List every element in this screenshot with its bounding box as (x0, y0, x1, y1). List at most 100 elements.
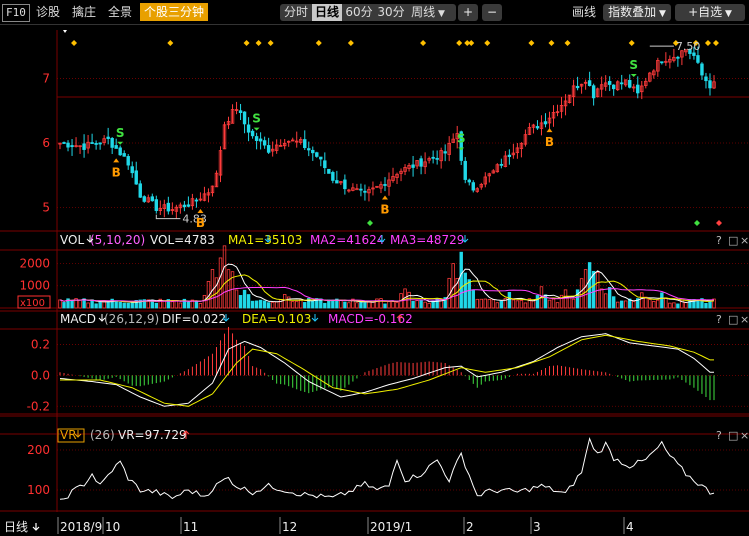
tab-weekly[interactable]: 周线 ▼ (408, 4, 448, 21)
candle-body[interactable] (130, 166, 134, 174)
volume-bar[interactable] (194, 300, 199, 309)
volume-bar[interactable] (331, 299, 335, 309)
volume-bar[interactable] (58, 299, 62, 309)
candle-body[interactable] (607, 81, 612, 85)
candle-body[interactable] (62, 142, 66, 144)
volume-bar[interactable] (238, 295, 243, 309)
volume-bar[interactable] (696, 300, 700, 309)
volume-bar[interactable] (98, 301, 102, 309)
volume-bar[interactable] (507, 292, 512, 309)
volume-bar[interactable] (515, 300, 520, 309)
volume-bar[interactable] (487, 299, 492, 309)
volume-bar[interactable] (672, 302, 676, 309)
volume-bar[interactable] (652, 300, 656, 309)
candle-body[interactable] (262, 140, 267, 146)
volume-bar[interactable] (708, 300, 712, 309)
event-diamond-icon[interactable] (484, 40, 491, 46)
volume-bar[interactable] (327, 299, 331, 309)
event-diamond-icon[interactable] (704, 40, 711, 46)
volume-bar[interactable] (62, 302, 66, 309)
candle-body[interactable] (543, 121, 548, 125)
volume-bar[interactable] (198, 303, 203, 309)
volume-bar[interactable] (391, 300, 395, 309)
tab-intraday[interactable]: 分时 (280, 4, 312, 21)
volume-bar[interactable] (471, 289, 475, 309)
bottom-event-diamond-icon[interactable] (694, 220, 700, 226)
event-diamond-icon[interactable] (564, 40, 571, 46)
candle-body[interactable] (535, 126, 540, 129)
maximize-icon[interactable]: □ (728, 313, 738, 326)
stock-chart[interactable]: 5677.504.83BBBBSSSSVOL (5,10,20) VOL=4783 M… (0, 24, 749, 536)
volume-bar[interactable] (579, 278, 584, 309)
candle-body[interactable] (154, 199, 159, 211)
volume-bar[interactable] (423, 301, 427, 309)
volume-bar[interactable] (603, 293, 608, 309)
candle-body[interactable] (471, 182, 475, 191)
volume-bar[interactable] (162, 300, 167, 309)
volume-bar[interactable] (90, 299, 94, 309)
candle-body[interactable] (636, 84, 640, 94)
volume-bar[interactable] (587, 262, 592, 309)
volume-bar[interactable] (499, 300, 504, 309)
volume-bar[interactable] (94, 303, 98, 309)
volume-bar[interactable] (266, 302, 271, 309)
candle-body[interactable] (307, 148, 311, 151)
candle-body[interactable] (355, 188, 359, 191)
volume-bar[interactable] (519, 300, 524, 309)
candle-body[interactable] (238, 110, 243, 114)
volume-bar[interactable] (624, 300, 628, 309)
volume-bar[interactable] (620, 300, 624, 309)
candle-body[interactable] (110, 138, 114, 148)
volume-bar[interactable] (114, 300, 118, 309)
volume-bar[interactable] (367, 301, 371, 309)
add-watchlist-dropdown[interactable]: +自选 ▼ (675, 4, 745, 21)
candle-body[interactable] (411, 164, 415, 168)
candle-body[interactable] (138, 183, 142, 198)
candle-body[interactable] (575, 85, 580, 89)
volume-bar[interactable] (591, 270, 596, 309)
candle-body[interactable] (611, 84, 616, 90)
volume-bar[interactable] (660, 292, 664, 309)
candle-body[interactable] (134, 170, 138, 185)
candle-body[interactable] (327, 168, 331, 174)
volume-bar[interactable] (270, 302, 275, 309)
candle-body[interactable] (114, 145, 118, 149)
volume-bar[interactable] (483, 298, 488, 309)
candle-body[interactable] (676, 56, 680, 59)
help-icon[interactable]: ? (716, 429, 722, 442)
event-diamond-icon[interactable] (548, 40, 555, 46)
candle-body[interactable] (82, 143, 86, 150)
volume-bar[interactable] (676, 303, 680, 309)
candle-body[interactable] (363, 190, 367, 193)
volume-bar[interactable] (299, 299, 303, 309)
index-overlay-dropdown[interactable]: 指数叠加 ▼ (603, 4, 671, 21)
candle-body[interactable] (660, 61, 664, 64)
volume-bar[interactable] (254, 300, 259, 309)
candle-body[interactable] (142, 196, 146, 202)
candle-body[interactable] (419, 158, 423, 167)
candle-body[interactable] (435, 157, 439, 160)
volume-bar[interactable] (122, 302, 126, 309)
candle-body[interactable] (186, 204, 191, 207)
candle-body[interactable] (628, 79, 632, 88)
candle-body[interactable] (166, 202, 171, 212)
volume-bar[interactable] (431, 300, 435, 309)
candle-body[interactable] (700, 63, 704, 76)
volume-bar[interactable] (250, 300, 255, 309)
candle-body[interactable] (331, 172, 335, 181)
candle-body[interactable] (323, 160, 327, 169)
candle-body[interactable] (98, 142, 102, 145)
candle-body[interactable] (335, 180, 339, 184)
event-diamond-icon[interactable] (468, 40, 475, 46)
volume-bar[interactable] (106, 301, 110, 309)
zoom-out-button[interactable]: − (482, 4, 502, 21)
event-diamond-icon[interactable] (712, 40, 719, 46)
volume-bar[interactable] (475, 298, 479, 309)
volume-bar[interactable] (262, 300, 267, 309)
volume-bar[interactable] (547, 299, 552, 309)
event-diamond-icon[interactable] (420, 40, 427, 46)
volume-bar[interactable] (274, 301, 279, 309)
candle-body[interactable] (182, 204, 187, 208)
volume-bar[interactable] (459, 251, 463, 309)
volume-bar[interactable] (523, 302, 528, 309)
